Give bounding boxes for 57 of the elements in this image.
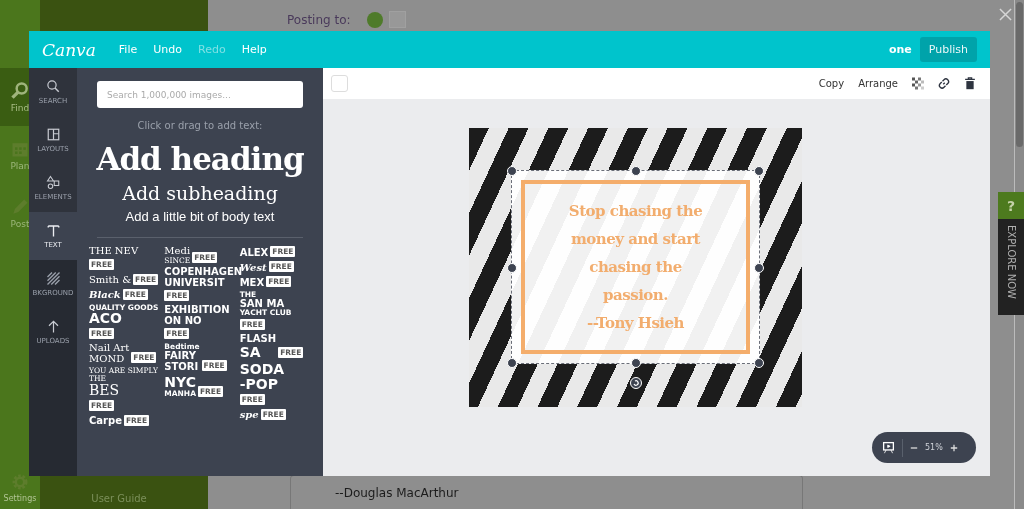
resize-handle[interactable]: [507, 166, 517, 176]
font-combo-text[interactable]: spe: [239, 410, 259, 421]
font-combo-text[interactable]: COPENHAGEN: [164, 267, 243, 278]
font-combo-text[interactable]: STORI: [164, 361, 200, 373]
resize-handle[interactable]: [754, 166, 764, 176]
link-icon[interactable]: [938, 77, 950, 90]
font-combo-text[interactable]: Medi: [164, 246, 191, 257]
font-combo-text[interactable]: SAN MA: [239, 298, 292, 310]
font-combo-text[interactable]: ALEX: [239, 247, 269, 258]
font-combo-text[interactable]: Carpe: [89, 416, 122, 427]
font-combo-text[interactable]: EXHIBITION: [164, 305, 230, 316]
trash-icon[interactable]: [964, 77, 976, 90]
add-body-text-preset[interactable]: Add a little bit of body text: [125, 207, 275, 227]
post-preview-text: --Douglas MacArthur: [335, 485, 459, 500]
text-icon: [45, 223, 61, 238]
font-combo-text[interactable]: FAIRY: [164, 351, 200, 362]
gear-icon: [10, 472, 30, 492]
font-combo-text[interactable]: SODA: [239, 362, 285, 378]
resize-handle[interactable]: [754, 358, 764, 368]
zoom-level: 51%: [925, 443, 943, 452]
resize-handle[interactable]: [507, 263, 517, 273]
layout-icon: [45, 127, 61, 142]
font-combo-text[interactable]: ACO: [89, 311, 159, 327]
font-combo-text[interactable]: Black: [89, 290, 121, 301]
panel-hint: Click or drag to add text:: [137, 120, 263, 131]
toolbar-action[interactable]: Arrange: [858, 78, 898, 89]
font-combo-text[interactable]: Smith &: [89, 275, 132, 286]
avatar: [366, 11, 383, 28]
search-icon: [45, 79, 61, 94]
font-combo-text[interactable]: Nail Art: [89, 343, 130, 354]
toolbar-action[interactable]: Copy: [818, 78, 845, 89]
add-subheading-preset[interactable]: Add subheading: [122, 179, 278, 207]
font-combo-text[interactable]: NYC: [164, 375, 196, 390]
explore-now-tab[interactable]: EXPLORE NOW: [998, 219, 1024, 315]
image-search-field[interactable]: Search 1,000,000 images...: [97, 81, 303, 108]
font-combo-text[interactable]: BES: [89, 382, 161, 398]
presentation-icon[interactable]: [882, 441, 895, 454]
posting-to-label: Posting to:: [287, 12, 351, 27]
font-combo-text[interactable]: FLASH: [239, 334, 277, 345]
search-icon: [10, 81, 30, 101]
resize-handle[interactable]: [631, 358, 641, 368]
rotate-icon[interactable]: [630, 377, 642, 389]
add-heading-preset[interactable]: Add heading: [96, 139, 304, 179]
scrollbar-thumb[interactable]: [1016, 2, 1023, 147]
color-swatch[interactable]: [331, 75, 348, 92]
resize-handle[interactable]: [631, 166, 641, 176]
font-combo-text[interactable]: MOND: [89, 353, 130, 365]
resize-handle[interactable]: [507, 358, 517, 368]
shapes-icon: [45, 175, 61, 190]
font-combo-text[interactable]: ON NO: [164, 315, 230, 327]
font-combo-text[interactable]: THE NEV: [89, 246, 139, 257]
transparency-icon[interactable]: [912, 77, 924, 90]
font-combo-text[interactable]: MEX: [239, 277, 265, 288]
font-combo-text[interactable]: -POP: [239, 377, 285, 392]
resize-handle[interactable]: [754, 263, 764, 273]
font-combo-text[interactable]: SA: [239, 344, 277, 360]
zoom-in-icon[interactable]: [949, 443, 958, 452]
